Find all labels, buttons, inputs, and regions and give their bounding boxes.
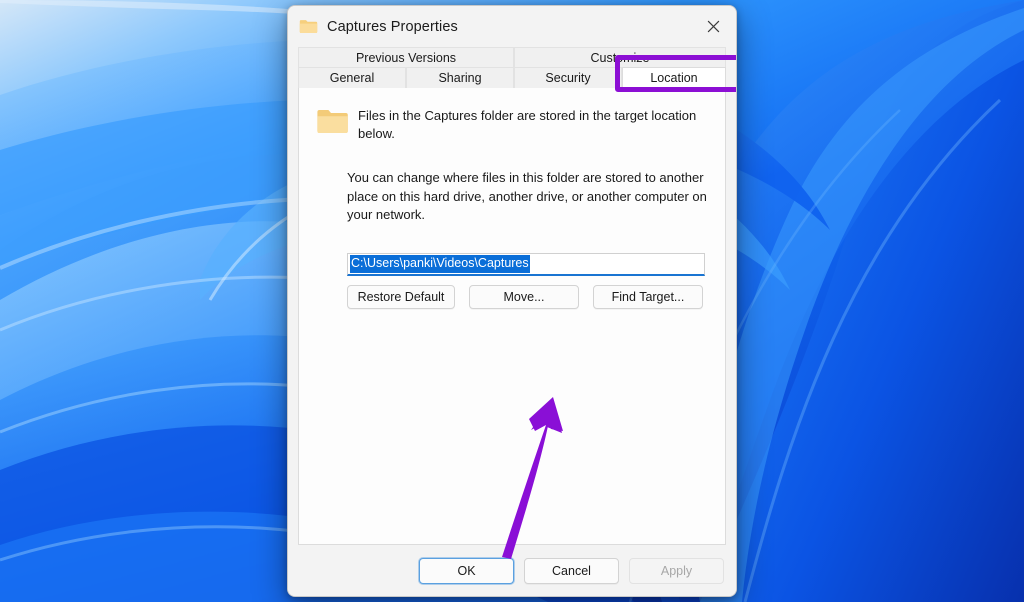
info-row: Files in the Captures folder are stored …	[299, 88, 725, 143]
tab-security[interactable]: Security	[514, 67, 622, 88]
tab-label: Previous Versions	[355, 50, 457, 65]
folder-icon-glyph	[317, 110, 348, 133]
folder-icon	[299, 19, 318, 35]
tab-location[interactable]: Location	[622, 67, 726, 88]
folder-icon	[316, 108, 349, 135]
info-text: Files in the Captures folder are stored …	[358, 108, 697, 141]
description-text: You can change where files in this folde…	[347, 170, 707, 222]
tab-label: Customize	[590, 50, 650, 65]
location-action-buttons: Restore Default Move... Find Target...	[347, 284, 725, 309]
location-tab-panel: Files in the Captures folder are stored …	[298, 88, 726, 559]
tab-sharing[interactable]: Sharing	[406, 67, 514, 88]
tab-label: Security	[545, 71, 591, 85]
tab-label: General	[329, 71, 375, 85]
arrow-annotation-icon	[502, 397, 563, 559]
dialog-titlebar[interactable]: Captures Properties	[288, 6, 736, 47]
restore-default-button[interactable]: Restore Default	[347, 284, 455, 309]
tab-customize[interactable]: Customize	[514, 47, 726, 67]
find-target-button[interactable]: Find Target...	[593, 284, 703, 309]
tab-strip: Previous Versions Customize General Shar…	[288, 47, 736, 92]
cancel-button[interactable]: Cancel	[524, 557, 619, 584]
tab-row-1: Previous Versions Customize	[298, 47, 726, 67]
properties-dialog: Captures Properties Previous Versions Cu…	[287, 5, 737, 597]
folder-path-input[interactable]: C:\Users\panki\Videos\Captures	[347, 252, 705, 276]
move-button[interactable]: Move...	[469, 284, 579, 309]
apply-button: Apply	[629, 557, 724, 584]
tab-label: Sharing	[438, 71, 482, 85]
tab-row-2: General Sharing Security Location	[298, 55, 736, 92]
window-title: Captures Properties	[327, 18, 458, 35]
ok-button[interactable]: OK	[419, 557, 514, 584]
folder-icon-glyph	[299, 19, 318, 33]
close-icon[interactable]	[690, 6, 736, 47]
tab-label: Location	[650, 70, 698, 85]
close-icon-glyph	[707, 20, 719, 33]
tab-general[interactable]: General	[298, 67, 406, 88]
folder-path-value: C:\Users\panki\Videos\Captures	[350, 254, 530, 273]
tab-previous-versions[interactable]: Previous Versions	[298, 47, 514, 67]
dialog-footer: OK Cancel Apply	[288, 545, 736, 596]
